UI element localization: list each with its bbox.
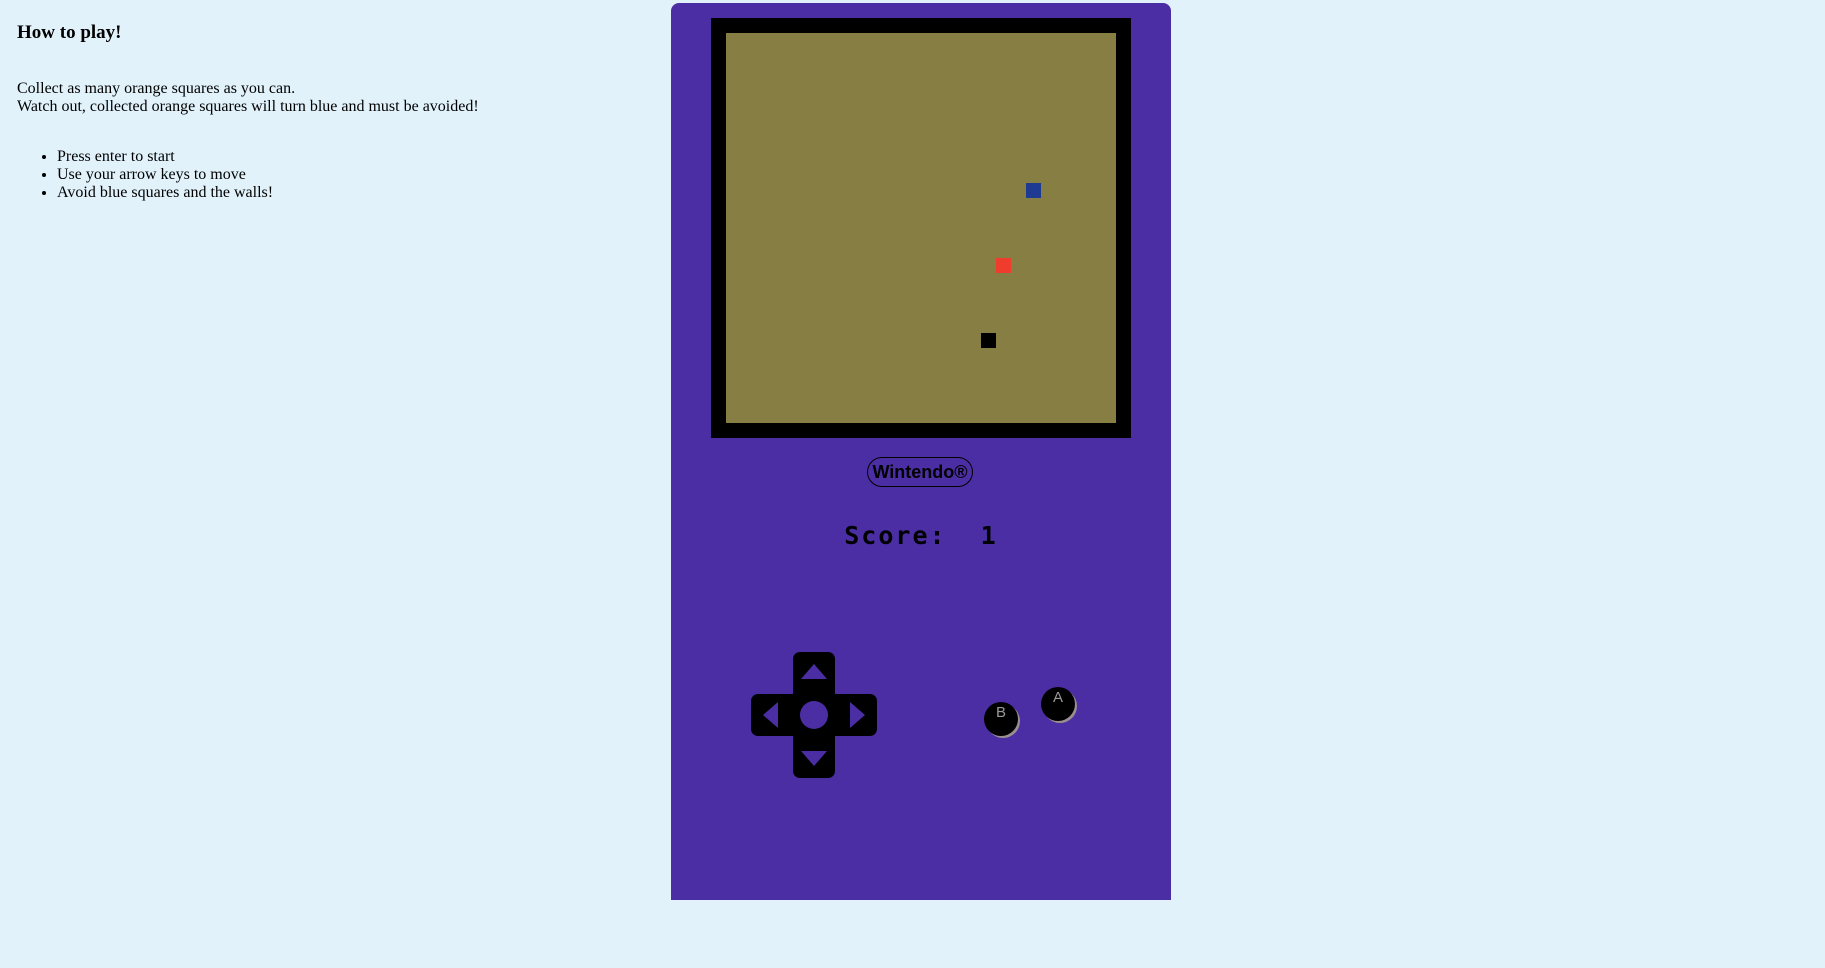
- step-item: Use your arrow keys to move: [57, 166, 637, 184]
- dpad-up-arrow-icon[interactable]: [801, 664, 827, 679]
- food-square: [996, 258, 1011, 273]
- obstacle-square: [1026, 183, 1041, 198]
- a-button[interactable]: A: [1041, 687, 1075, 721]
- instructions-steps-list: Press enter to start Use your arrow keys…: [17, 148, 637, 202]
- score-label: Score:: [844, 521, 947, 550]
- handheld-console: Wintendo® Score: 1 B A: [671, 3, 1171, 900]
- snake-head-square: [981, 333, 996, 348]
- dpad-left-arrow-icon[interactable]: [763, 702, 778, 728]
- instructions-heading: How to play!: [17, 22, 122, 43]
- dpad: [751, 652, 877, 778]
- instructions-description: Collect as many orange squares as you ca…: [17, 80, 637, 116]
- dpad-down-arrow-icon[interactable]: [801, 751, 827, 766]
- brand-logo: Wintendo®: [867, 457, 973, 487]
- screen-bezel: [711, 18, 1131, 438]
- step-item: Press enter to start: [57, 148, 637, 166]
- score-value: 1: [980, 521, 998, 550]
- dpad-center-circle: [800, 701, 828, 729]
- description-line-1: Collect as many orange squares as you ca…: [17, 80, 296, 97]
- instructions-panel: How to play! Collect as many orange squa…: [17, 0, 637, 202]
- description-line-2: Watch out, collected orange squares will…: [17, 98, 479, 115]
- dpad-right-arrow-icon[interactable]: [850, 702, 865, 728]
- score-display: Score: 1: [671, 521, 1171, 550]
- b-button[interactable]: B: [984, 702, 1018, 736]
- game-screen: [726, 33, 1116, 423]
- step-item: Avoid blue squares and the walls!: [57, 184, 637, 202]
